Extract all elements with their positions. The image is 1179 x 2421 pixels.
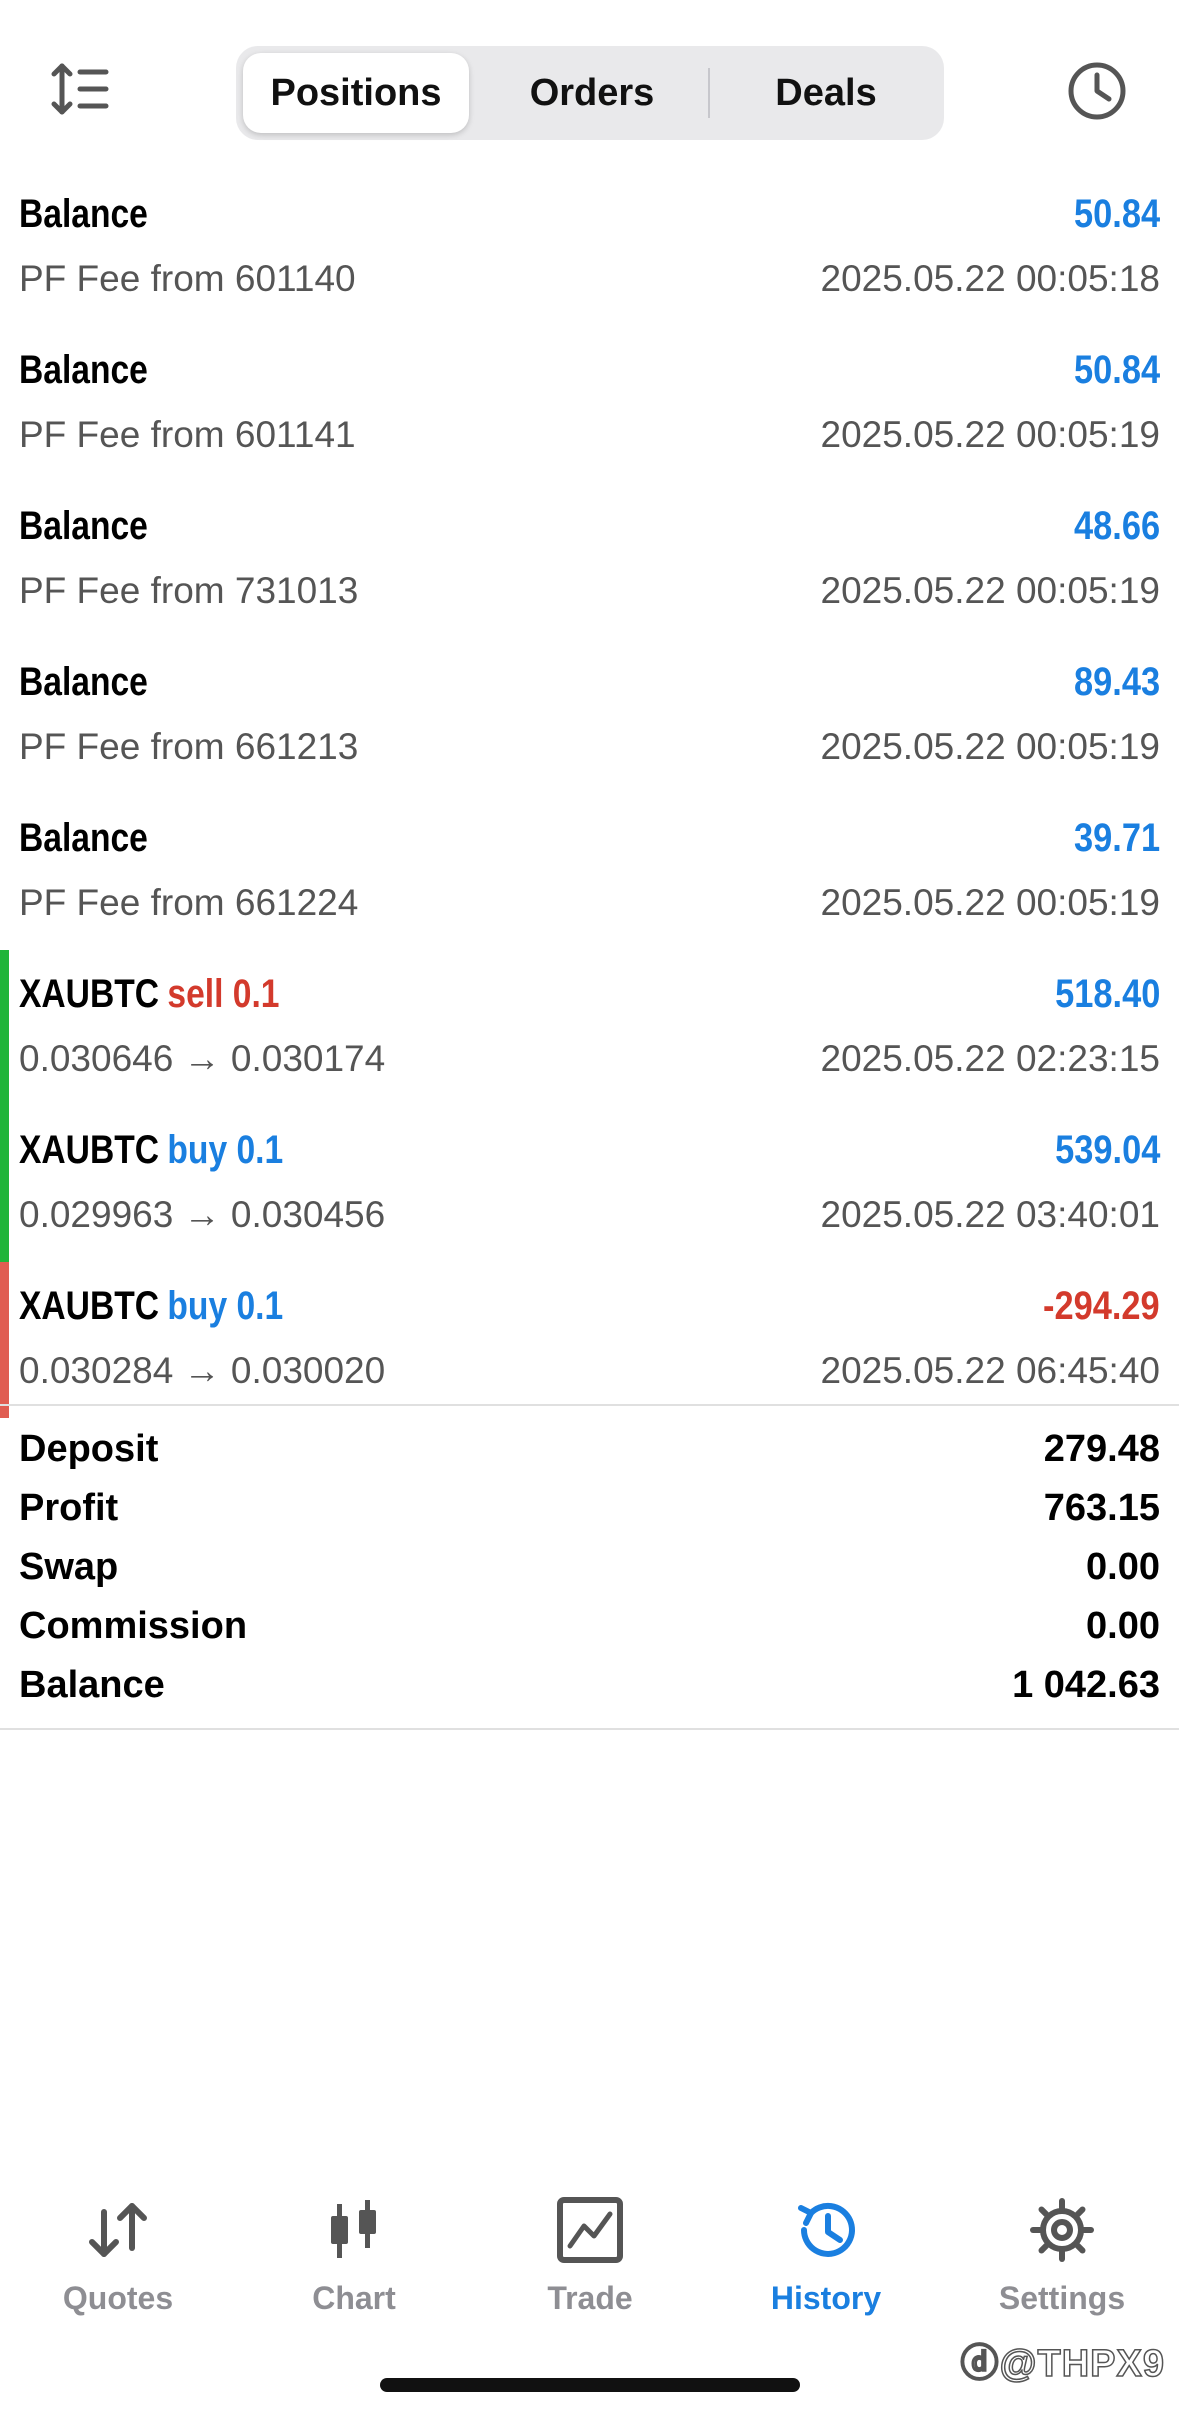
summary-value: 0.00 bbox=[1086, 1546, 1160, 1588]
summary-label: Commission bbox=[19, 1605, 248, 1647]
nav-label: Trade bbox=[547, 2280, 633, 2316]
deal-row[interactable]: Balance 39.71 PF Fee from 661224 2025.05… bbox=[0, 794, 1179, 950]
position-title: XAUBTC buy 0.1 bbox=[19, 1284, 283, 1329]
deal-title: Balance bbox=[19, 816, 148, 860]
deal-time: 2025.05.22 00:05:19 bbox=[820, 726, 1161, 767]
deal-title: Balance bbox=[19, 192, 148, 236]
deal-time: 2025.05.22 00:05:18 bbox=[820, 258, 1161, 299]
trade-side: buy 0.1 bbox=[167, 1284, 284, 1328]
summary-swap: Swap 0.00 bbox=[0, 1546, 1179, 1604]
summary-deposit: Deposit 279.48 bbox=[0, 1428, 1179, 1486]
position-profit: -294.29 bbox=[1043, 1284, 1160, 1328]
deal-row[interactable]: Balance 50.84 PF Fee from 601140 2025.05… bbox=[0, 170, 1179, 326]
deal-amount: 50.84 bbox=[1073, 192, 1160, 236]
position-profit: 518.40 bbox=[1054, 972, 1160, 1016]
summary-label: Profit bbox=[19, 1487, 119, 1529]
deal-row[interactable]: Balance 89.43 PF Fee from 661213 2025.05… bbox=[0, 638, 1179, 794]
tab-orders[interactable]: Orders bbox=[479, 53, 705, 133]
position-title: XAUBTC buy 0.1 bbox=[19, 1128, 283, 1173]
candlestick-icon bbox=[320, 2196, 388, 2264]
summary-commission: Commission 0.00 bbox=[0, 1605, 1179, 1663]
position-time: 2025.05.22 02:23:15 bbox=[820, 1038, 1161, 1079]
summary-value: 0.00 bbox=[1086, 1605, 1160, 1647]
nav-quotes[interactable]: Quotes bbox=[0, 2180, 236, 2320]
watermark: ⓓ@THPX9 bbox=[960, 2342, 1165, 2386]
trade-chart-icon bbox=[556, 2196, 624, 2264]
summary-label: Deposit bbox=[19, 1428, 159, 1470]
top-bar: Positions Orders Deals bbox=[0, 0, 1179, 160]
summary-balance: Balance 1 042.63 bbox=[0, 1664, 1179, 1722]
position-prices: 0.030646 → 0.030174 bbox=[19, 1038, 386, 1079]
symbol: XAUBTC bbox=[19, 1128, 160, 1172]
deal-amount: 39.71 bbox=[1073, 816, 1160, 860]
position-row[interactable]: XAUBTC buy 0.1 539.04 0.029963 → 0.030456… bbox=[0, 1106, 1179, 1262]
summary-label: Swap bbox=[19, 1546, 119, 1588]
history-segmented-control: Positions Orders Deals bbox=[236, 46, 944, 140]
tab-divider bbox=[708, 68, 710, 118]
divider bbox=[0, 1404, 1179, 1406]
deal-row[interactable]: Balance 48.66 PF Fee from 731013 2025.05… bbox=[0, 482, 1179, 638]
bottom-tab-bar: Quotes Chart Trade History Settings bbox=[0, 2180, 1179, 2340]
deal-amount: 48.66 bbox=[1073, 504, 1160, 548]
win-indicator-bar bbox=[0, 950, 9, 1106]
symbol: XAUBTC bbox=[19, 1284, 160, 1328]
deal-amount: 50.84 bbox=[1073, 348, 1160, 392]
deal-amount: 89.43 bbox=[1073, 660, 1160, 704]
deal-time: 2025.05.22 00:05:19 bbox=[820, 570, 1161, 611]
summary-label: Balance bbox=[19, 1664, 165, 1706]
deal-time: 2025.05.22 00:05:19 bbox=[820, 882, 1161, 923]
tab-deals[interactable]: Deals bbox=[713, 53, 939, 133]
position-time: 2025.05.22 03:40:01 bbox=[820, 1194, 1161, 1235]
position-time: 2025.05.22 06:45:40 bbox=[820, 1350, 1161, 1391]
history-clock-icon bbox=[792, 2196, 860, 2264]
position-profit: 539.04 bbox=[1054, 1128, 1160, 1172]
deal-comment: PF Fee from 661213 bbox=[19, 726, 359, 767]
position-row[interactable]: XAUBTC sell 0.1 518.40 0.030646 → 0.03017… bbox=[0, 950, 1179, 1106]
nav-history[interactable]: History bbox=[708, 2180, 944, 2320]
nav-settings[interactable]: Settings bbox=[944, 2180, 1179, 2320]
summary-profit: Profit 763.15 bbox=[0, 1487, 1179, 1545]
position-prices: 0.029963 → 0.030456 bbox=[19, 1194, 386, 1235]
nav-label: Quotes bbox=[62, 2280, 174, 2316]
quotes-arrows-icon bbox=[84, 2196, 152, 2264]
deal-comment: PF Fee from 731013 bbox=[19, 570, 359, 611]
nav-label: Chart bbox=[312, 2280, 396, 2316]
deal-comment: PF Fee from 601140 bbox=[19, 258, 356, 299]
symbol: XAUBTC bbox=[19, 972, 160, 1016]
deal-row[interactable]: Balance 50.84 PF Fee from 601141 2025.05… bbox=[0, 326, 1179, 482]
position-title: XAUBTC sell 0.1 bbox=[19, 972, 279, 1017]
loss-indicator-bar bbox=[0, 1262, 9, 1418]
position-row[interactable]: XAUBTC buy 0.1 -294.29 0.030284 → 0.03002… bbox=[0, 1262, 1179, 1418]
deal-title: Balance bbox=[19, 504, 148, 548]
summary-value: 1 042.63 bbox=[1012, 1664, 1160, 1706]
summary-value: 763.15 bbox=[1043, 1487, 1160, 1529]
nav-label: History bbox=[770, 2280, 882, 2316]
nav-label: Settings bbox=[998, 2280, 1126, 2316]
tab-positions[interactable]: Positions bbox=[243, 53, 469, 133]
sort-icon[interactable] bbox=[50, 58, 112, 120]
trade-side: buy 0.1 bbox=[167, 1128, 284, 1172]
deal-title: Balance bbox=[19, 348, 148, 392]
nav-trade[interactable]: Trade bbox=[472, 2180, 708, 2320]
position-prices: 0.030284 → 0.030020 bbox=[19, 1350, 386, 1391]
win-indicator-bar bbox=[0, 1106, 9, 1262]
deal-time: 2025.05.22 00:05:19 bbox=[820, 414, 1161, 455]
nav-chart[interactable]: Chart bbox=[236, 2180, 472, 2320]
deal-comment: PF Fee from 601141 bbox=[19, 414, 356, 455]
divider bbox=[0, 1728, 1179, 1730]
period-clock-icon[interactable] bbox=[1066, 60, 1128, 122]
trade-side: sell 0.1 bbox=[167, 972, 280, 1016]
deal-comment: PF Fee from 661224 bbox=[19, 882, 359, 923]
summary-value: 279.48 bbox=[1043, 1428, 1160, 1470]
gear-icon bbox=[1028, 2196, 1096, 2264]
home-indicator[interactable] bbox=[380, 2378, 800, 2392]
deal-title: Balance bbox=[19, 660, 148, 704]
